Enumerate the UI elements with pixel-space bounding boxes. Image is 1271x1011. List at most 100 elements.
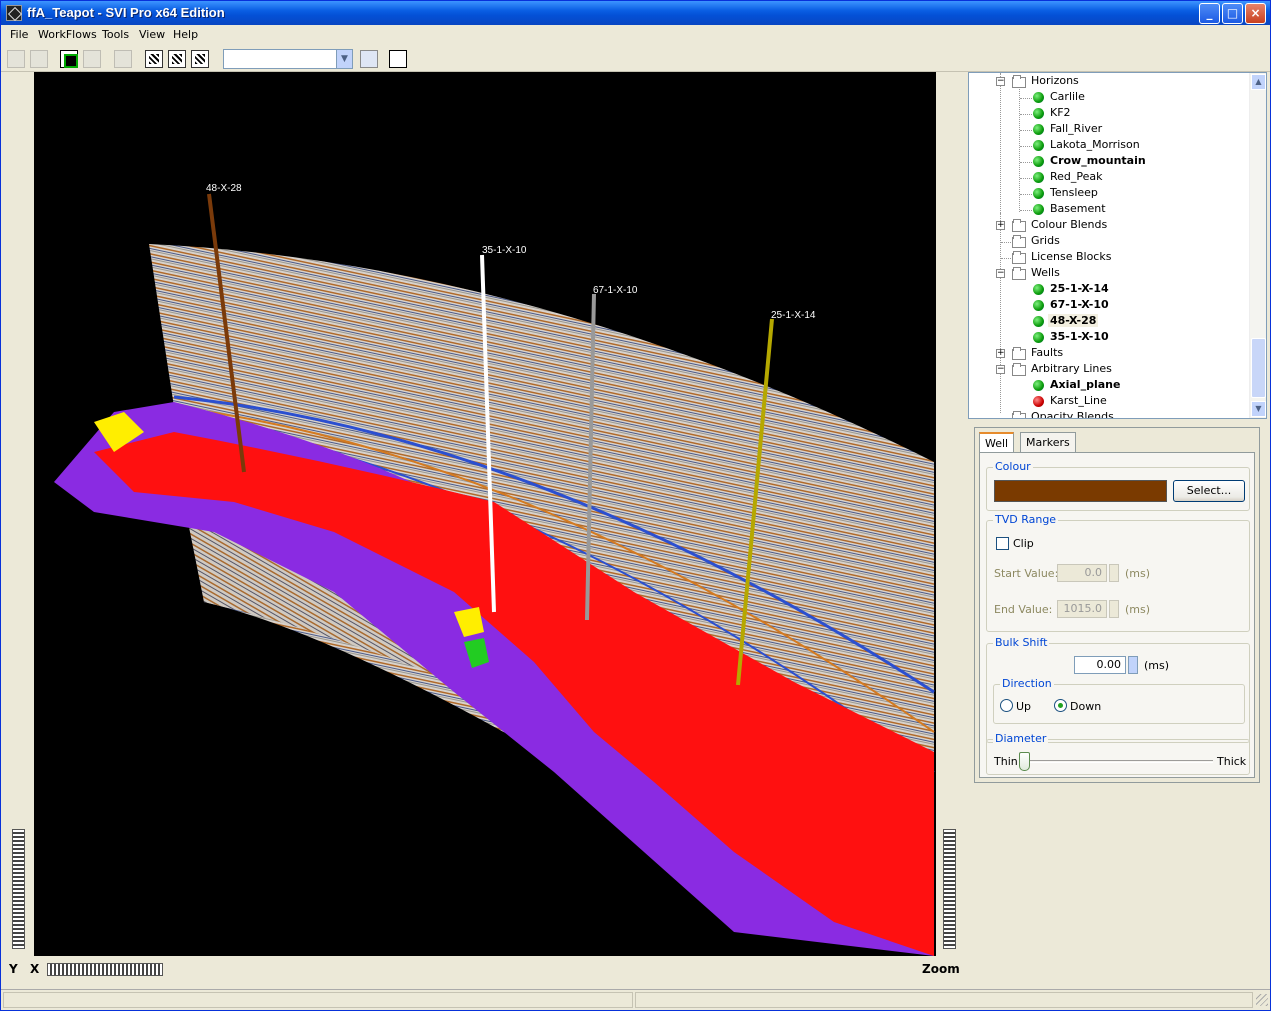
tb-rotate-icon[interactable] xyxy=(83,50,101,68)
menu-bar: File WorkFlows Tools View Help xyxy=(1,25,1270,45)
well-label: 67-1-X-10 xyxy=(593,285,638,296)
3d-viewport[interactable]: 48-X-28 35-1-X-10 67-1-X-10 25-1-X-14 xyxy=(34,72,936,956)
scroll-thumb[interactable] xyxy=(1251,338,1266,398)
start-value-field[interactable]: 0.0 xyxy=(1057,564,1107,582)
toolbar xyxy=(1,46,1270,72)
tree-item-horizon[interactable]: Fall_River xyxy=(969,122,1249,138)
tb-select-view-icon[interactable] xyxy=(60,50,78,68)
status-green-icon[interactable] xyxy=(1033,124,1044,135)
folder-icon xyxy=(1012,347,1026,360)
status-green-icon[interactable] xyxy=(1033,108,1044,119)
tree-item-well[interactable]: 35-1-X-10 xyxy=(969,330,1249,346)
menu-workflows[interactable]: WorkFlows xyxy=(38,28,97,41)
status-green-icon[interactable] xyxy=(1033,172,1044,183)
bulk-shift-spinner[interactable] xyxy=(1128,656,1138,674)
status-green-icon[interactable] xyxy=(1033,140,1044,151)
tab-well[interactable]: Well xyxy=(979,432,1015,452)
menu-view[interactable]: View xyxy=(139,28,165,41)
well-label: 48-X-28 xyxy=(206,183,242,194)
tb-save-icon[interactable] xyxy=(360,50,378,68)
tree-scrollbar[interactable]: ▲ ▼ xyxy=(1249,73,1266,418)
tab-markers[interactable]: Markers xyxy=(1020,432,1076,452)
menu-tools[interactable]: Tools xyxy=(102,28,129,41)
tree-item-horizons[interactable]: − Horizons xyxy=(969,74,1249,90)
folder-icon xyxy=(1012,219,1026,232)
status-green-icon[interactable] xyxy=(1033,332,1044,343)
tree-item-license-blocks[interactable]: License Blocks xyxy=(969,250,1249,266)
x-axis-label: X xyxy=(30,962,40,976)
diameter-group: Diameter Thin Thick xyxy=(986,732,1250,775)
tb-list-icon[interactable] xyxy=(389,50,407,68)
tree-item-horizon[interactable]: Red_Peak xyxy=(969,170,1249,186)
tb-chart-icon[interactable] xyxy=(114,50,132,68)
status-green-icon[interactable] xyxy=(1033,316,1044,327)
start-unit: (ms) xyxy=(1125,567,1151,580)
status-green-icon[interactable] xyxy=(1033,156,1044,167)
view-combo-box[interactable]: ▼ xyxy=(223,49,353,69)
diameter-slider-track[interactable] xyxy=(1025,760,1213,763)
minimize-button[interactable]: _ xyxy=(1199,3,1220,24)
tree-item-horizon[interactable]: Crow_mountain xyxy=(969,154,1249,170)
maximize-button[interactable]: □ xyxy=(1222,3,1243,24)
tree-item-faults[interactable]: + Faults xyxy=(969,346,1249,362)
title-bar[interactable]: ffA_Teapot - SVI Pro x64 Edition _ □ × xyxy=(1,1,1270,25)
tvd-range-group: TVD Range Clip Start Value: 0.0 (ms) End… xyxy=(986,513,1250,632)
tree-item-horizon[interactable]: KF2 xyxy=(969,106,1249,122)
tree-item-grids[interactable]: Grids xyxy=(969,234,1249,250)
tb-grid-3-icon[interactable] xyxy=(191,50,209,68)
tb-grid-2-icon[interactable] xyxy=(168,50,186,68)
menu-file[interactable]: File xyxy=(10,28,28,41)
scroll-down-icon[interactable]: ▼ xyxy=(1251,401,1266,417)
tb-edit-icon[interactable] xyxy=(30,50,48,68)
status-green-icon[interactable] xyxy=(1033,188,1044,199)
close-button[interactable]: × xyxy=(1245,3,1266,24)
zoom-thumbwheel[interactable] xyxy=(943,829,956,949)
tree-item-arbitrary-line[interactable]: Axial_plane xyxy=(969,378,1249,394)
end-value-field[interactable]: 1015.0 xyxy=(1057,600,1107,618)
folder-icon xyxy=(1012,235,1026,248)
tree-item-horizon[interactable]: Carlile xyxy=(969,90,1249,106)
end-value-spinner[interactable] xyxy=(1109,600,1119,618)
tree-item-horizon[interactable]: Tensleep xyxy=(969,186,1249,202)
tree-item-wells[interactable]: − Wells xyxy=(969,266,1249,282)
status-cell-2 xyxy=(635,992,1253,1008)
select-colour-button[interactable]: Select... xyxy=(1173,480,1245,502)
tree-item-arbitrary-lines[interactable]: − Arbitrary Lines xyxy=(969,362,1249,378)
tree-item-well[interactable]: 67-1-X-10 xyxy=(969,298,1249,314)
menu-help[interactable]: Help xyxy=(173,28,198,41)
zoom-label: Zoom xyxy=(922,962,960,976)
thick-label: Thick xyxy=(1217,755,1247,768)
tb-new-icon[interactable] xyxy=(7,50,25,68)
tree-item-opacity-blends[interactable]: Opacity Blends xyxy=(969,410,1249,418)
status-green-icon[interactable] xyxy=(1033,92,1044,103)
status-green-icon[interactable] xyxy=(1033,380,1044,391)
folder-icon xyxy=(1012,411,1026,418)
tree-item-well[interactable]: 25-1-X-14 xyxy=(969,282,1249,298)
scroll-up-icon[interactable]: ▲ xyxy=(1251,74,1266,90)
end-value-label: End Value: xyxy=(994,603,1053,616)
colour-swatch[interactable] xyxy=(994,480,1167,502)
bulk-shift-field[interactable]: 0.00 xyxy=(1074,656,1126,674)
resize-grip-icon[interactable] xyxy=(1256,994,1268,1006)
x-rotation-thumbwheel[interactable] xyxy=(47,963,163,976)
clip-checkbox[interactable] xyxy=(996,537,1009,550)
status-red-icon[interactable] xyxy=(1033,396,1044,407)
tree-item-colour-blends[interactable]: + Colour Blends xyxy=(969,218,1249,234)
app-icon[interactable] xyxy=(6,5,22,21)
tree-item-arbitrary-line[interactable]: Karst_Line xyxy=(969,394,1249,410)
chevron-down-icon[interactable]: ▼ xyxy=(336,50,352,68)
status-green-icon[interactable] xyxy=(1033,300,1044,311)
clip-label: Clip xyxy=(1013,537,1034,550)
status-green-icon[interactable] xyxy=(1033,284,1044,295)
tree-item-horizon[interactable]: Basement xyxy=(969,202,1249,218)
tree-item-well-selected[interactable]: 48-X-28 xyxy=(969,314,1249,330)
diameter-slider-thumb[interactable] xyxy=(1019,752,1030,771)
status-green-icon[interactable] xyxy=(1033,204,1044,215)
y-rotation-thumbwheel[interactable] xyxy=(12,829,25,949)
start-value-spinner[interactable] xyxy=(1109,564,1119,582)
tb-grid-1-icon[interactable] xyxy=(145,50,163,68)
end-unit: (ms) xyxy=(1125,603,1151,616)
direction-down-radio[interactable] xyxy=(1054,699,1067,712)
tree-item-horizon[interactable]: Lakota_Morrison xyxy=(969,138,1249,154)
direction-up-radio[interactable] xyxy=(1000,699,1013,712)
